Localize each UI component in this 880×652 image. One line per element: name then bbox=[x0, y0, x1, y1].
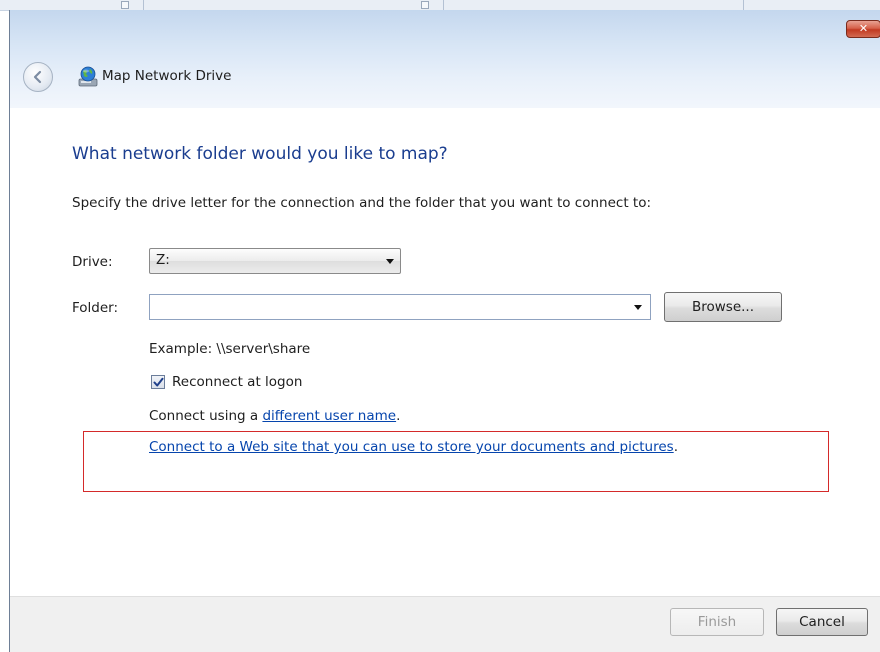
browse-button[interactable]: Browse... bbox=[664, 292, 782, 322]
close-icon: ✕ bbox=[858, 22, 869, 35]
example-text: Example: \\server\share bbox=[149, 341, 311, 357]
drive-letter-dropdown[interactable]: Z: bbox=[149, 248, 401, 274]
different-user-link[interactable]: different user name bbox=[262, 408, 396, 424]
cancel-button[interactable]: Cancel bbox=[776, 608, 868, 636]
column-separator bbox=[443, 0, 444, 10]
finish-button[interactable]: Finish bbox=[670, 608, 764, 636]
page-heading: What network folder would you like to ma… bbox=[72, 144, 448, 164]
chevron-down-icon bbox=[634, 305, 642, 310]
intro-text: Specify the drive letter for the connect… bbox=[72, 195, 652, 211]
connect-using-line: Connect using a different user name. bbox=[149, 408, 400, 424]
column-separator bbox=[743, 0, 744, 10]
column-resize-handle bbox=[421, 1, 429, 9]
drive-label: Drive: bbox=[72, 254, 113, 270]
column-resize-handle bbox=[121, 1, 129, 9]
dialog-titlebar: ✕ Map Network Drive bbox=[10, 10, 880, 108]
connect-using-prefix: Connect using a bbox=[149, 408, 263, 424]
chevron-down-icon bbox=[386, 259, 394, 264]
dialog-content: What network folder would you like to ma… bbox=[10, 108, 880, 596]
network-drive-globe-icon bbox=[78, 66, 98, 87]
back-arrow-icon bbox=[33, 70, 42, 84]
highlight-annotation-box bbox=[83, 431, 829, 492]
reconnect-label[interactable]: Reconnect at logon bbox=[172, 374, 302, 390]
column-separator bbox=[143, 0, 144, 10]
connect-using-suffix: . bbox=[396, 408, 401, 424]
folder-label: Folder: bbox=[72, 300, 119, 316]
dialog-footer: Finish Cancel bbox=[10, 596, 880, 652]
dialog-title: Map Network Drive bbox=[102, 68, 232, 84]
checkmark-icon bbox=[153, 377, 164, 387]
close-button[interactable]: ✕ bbox=[846, 20, 880, 38]
reconnect-checkbox[interactable] bbox=[151, 375, 165, 389]
screen: ✕ Map Network Drive What network folder … bbox=[0, 0, 880, 652]
back-button[interactable] bbox=[23, 62, 53, 92]
map-network-drive-dialog: ✕ Map Network Drive What network folder … bbox=[9, 10, 880, 652]
drive-value: Z: bbox=[156, 252, 170, 268]
folder-input[interactable] bbox=[149, 294, 651, 320]
